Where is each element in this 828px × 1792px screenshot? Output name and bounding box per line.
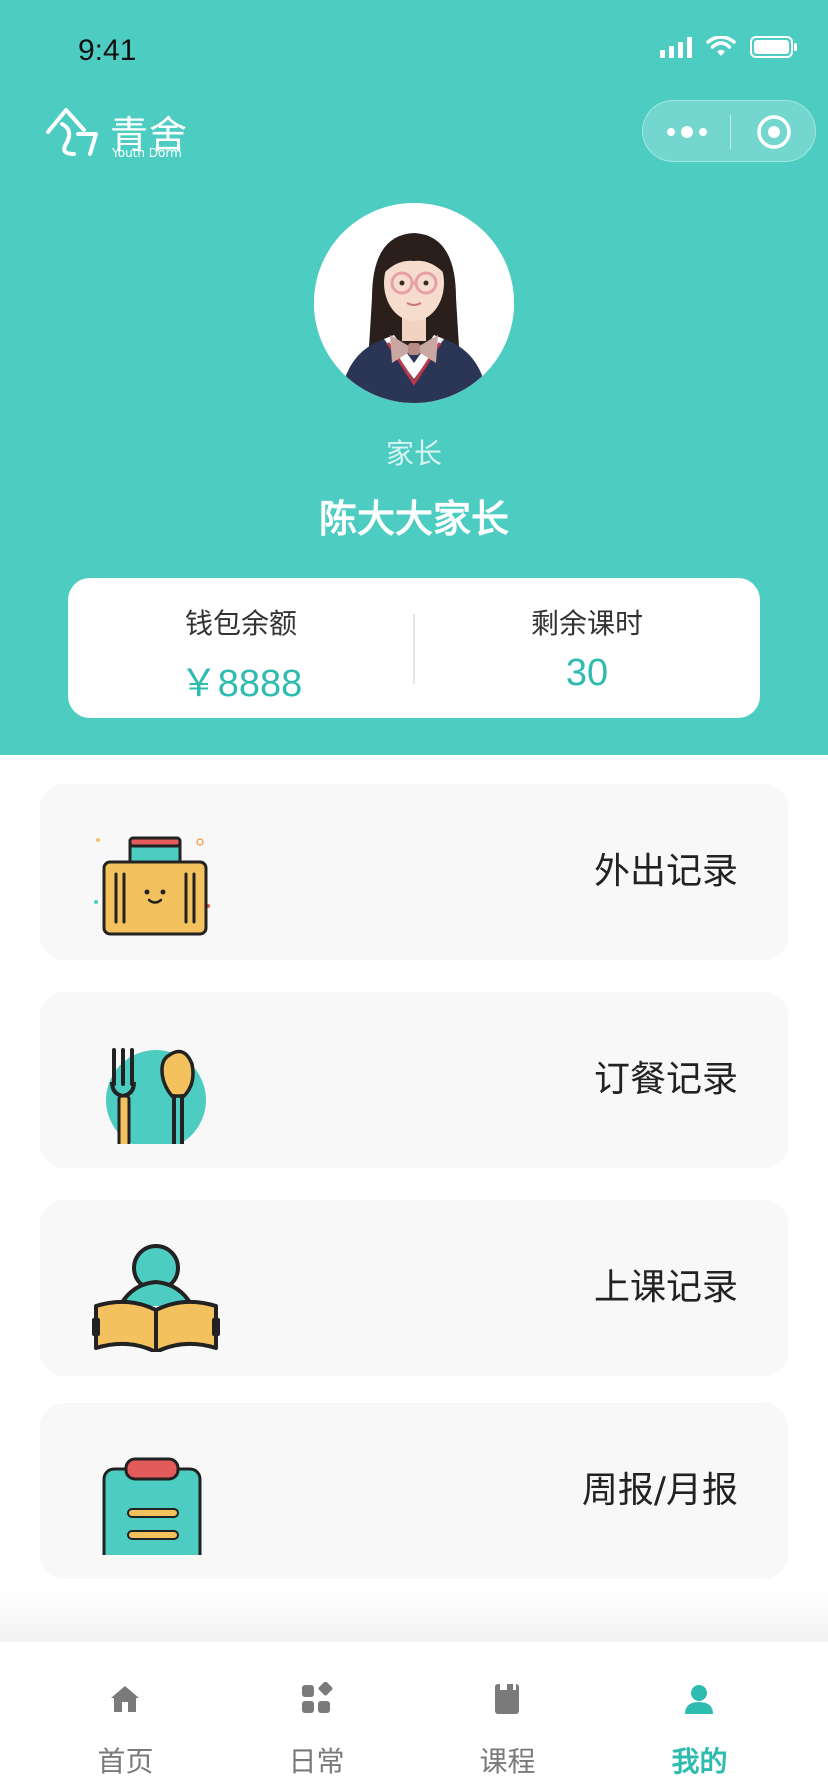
home-icon [108, 1682, 142, 1716]
user-icon [682, 1682, 716, 1716]
menu-item-label: 周报/月报 [581, 1470, 738, 1511]
tab-label: 日常 [288, 1745, 345, 1778]
menu-item-class-records[interactable]: 上课记录 [40, 1200, 788, 1376]
menu-item-reports[interactable]: 周报/月报 [40, 1403, 788, 1579]
tab-label: 课程 [479, 1745, 536, 1778]
capsule-divider [730, 115, 731, 149]
mini-program-capsule [642, 100, 816, 162]
apps-icon [299, 1681, 333, 1716]
logo-subtext: Youth Dorm [112, 146, 182, 160]
stats-card: 钱包余额 ￥8888 剩余课时 30 [68, 578, 760, 718]
menu-item-label: 订餐记录 [593, 1059, 738, 1100]
wallet-balance-value: ￥8888 [179, 663, 303, 705]
wifi-icon [706, 36, 736, 58]
user-name: 陈大大家长 [318, 497, 509, 541]
tab-label: 首页 [97, 1745, 154, 1778]
menu-item-label: 外出记录 [593, 851, 738, 892]
profile-header: 9:41 青舍 Youth Dorm 家长 陈大大家长 钱包余额 ￥8888 剩… [0, 0, 828, 755]
logo: 青舍 Youth Dorm [44, 104, 194, 164]
suitcase-icon [92, 806, 232, 936]
reading-book-icon [92, 1222, 232, 1354]
menu-item-meal-records[interactable]: 订餐记录 [40, 992, 788, 1168]
user-role: 家长 [385, 437, 442, 470]
book-icon [490, 1682, 524, 1716]
profile-page: 9:41 青舍 Youth Dorm 家长 陈大大家长 钱包余额 ￥8888 剩… [0, 0, 828, 1792]
avatar[interactable] [314, 203, 514, 403]
status-time: 9:41 [78, 34, 137, 67]
remaining-hours-label: 剩余课时 [530, 607, 643, 640]
more-icon[interactable] [661, 117, 713, 147]
tab-label: 我的 [671, 1745, 728, 1778]
status-icons [660, 36, 798, 58]
avatar-portrait-icon [314, 203, 514, 403]
remaining-hours[interactable]: 剩余课时 30 [414, 578, 760, 718]
logo-house-icon [46, 108, 98, 156]
wallet-balance-label: 钱包余额 [184, 607, 297, 640]
menu-item-outing-records[interactable]: 外出记录 [40, 784, 788, 960]
tab-home[interactable]: 首页 [22, 1642, 229, 1792]
tabbar-shadow [0, 1590, 828, 1642]
wallet-balance[interactable]: 钱包余额 ￥8888 [68, 578, 414, 718]
bottom-tabbar: 首页 日常 课程 我的 [0, 1642, 828, 1792]
tab-courses[interactable]: 课程 [404, 1642, 611, 1792]
remaining-hours-value: 30 [565, 652, 609, 694]
tab-mine[interactable]: 我的 [596, 1642, 803, 1792]
tab-daily[interactable]: 日常 [213, 1642, 420, 1792]
clipboard-icon [92, 1425, 232, 1567]
close-program-icon[interactable] [755, 113, 793, 151]
battery-icon [750, 36, 798, 58]
menu-item-label: 上课记录 [593, 1267, 738, 1308]
signal-icon [660, 36, 692, 58]
fork-spoon-icon [92, 1014, 232, 1150]
